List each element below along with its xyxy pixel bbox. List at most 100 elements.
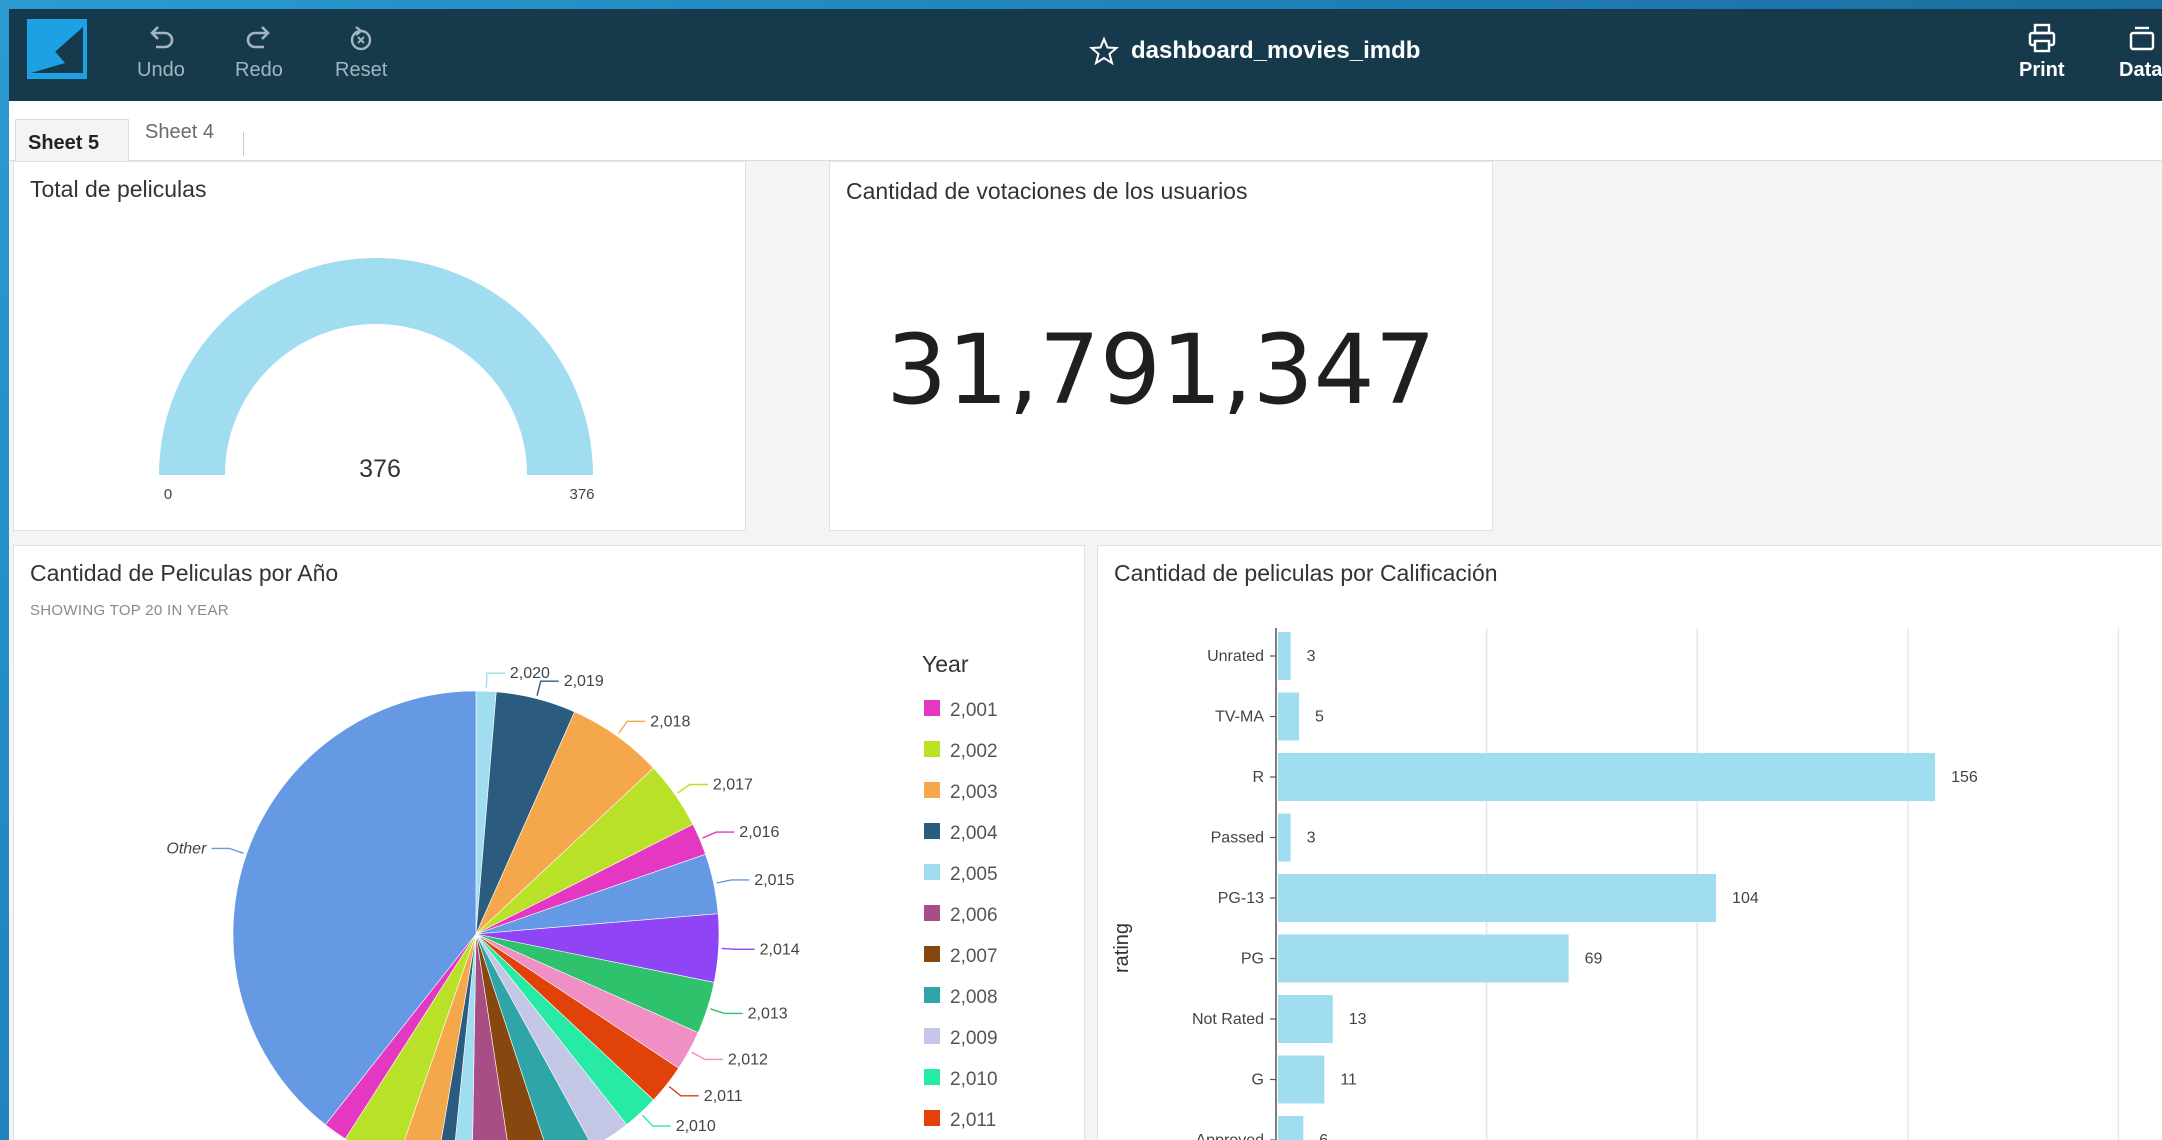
- pie-leader-line: [677, 783, 708, 794]
- legend-item-2011[interactable]: 2,011: [950, 1110, 996, 1131]
- legend-item-2009[interactable]: 2,009: [950, 1028, 998, 1049]
- legend-item-2003[interactable]: 2,003: [950, 782, 998, 803]
- pie-leader-line: [485, 672, 505, 689]
- pie-data-label: Other: [166, 840, 207, 857]
- pie-leader-line: [618, 720, 646, 734]
- kpi-title: Cantidad de votaciones de los usuarios: [846, 178, 1248, 204]
- reset-icon: [350, 26, 372, 51]
- bar-value-label: 13: [1349, 1011, 1367, 1028]
- pie-leader-line: [710, 1008, 743, 1015]
- legend-swatch: [924, 741, 940, 757]
- print-button[interactable]: Print: [2019, 21, 2065, 82]
- pie-leader-line: [641, 1114, 671, 1127]
- y-tick-label: PG: [1241, 951, 1264, 968]
- bar-passed[interactable]: [1278, 813, 1291, 862]
- reset-button[interactable]: Reset: [335, 21, 387, 82]
- pie-leader-line: [536, 680, 559, 696]
- legend-item-2005[interactable]: 2,005: [950, 864, 998, 885]
- gauge-arc: [159, 258, 593, 475]
- bar-value-label: 5: [1315, 709, 1324, 726]
- y-tick-label: Passed: [1211, 830, 1264, 847]
- legend-title: Year: [922, 651, 969, 677]
- bar-pg-13[interactable]: [1278, 874, 1717, 922]
- bar-value-label: 69: [1585, 951, 1603, 968]
- top-toolbar: Undo Redo Reset dashboard_movies_imdb Pr…: [9, 9, 2162, 101]
- bar-not-rated[interactable]: [1278, 995, 1333, 1043]
- app-logo-icon[interactable]: [27, 19, 87, 79]
- y-tick-label: TV-MA: [1215, 709, 1264, 726]
- printer-icon: [2028, 23, 2055, 53]
- bar-chart: rating Unrated 3 TV-MA 5 R 156 Passed 3 PG-13 104…: [1111, 628, 2120, 1140]
- y-tick-label: Unrated: [1207, 648, 1264, 665]
- data-label: Data: [2119, 59, 2162, 81]
- data-button[interactable]: Data: [2119, 21, 2162, 82]
- legend-swatch: [924, 1028, 940, 1044]
- legend-swatch: [924, 864, 940, 880]
- bar-value-label: 104: [1732, 890, 1759, 907]
- legend-swatch: [924, 1069, 940, 1085]
- y-tick-label: R: [1252, 769, 1264, 786]
- pie-data-label: 2,018: [650, 713, 690, 730]
- pie-data-label: 2,013: [748, 1005, 788, 1022]
- pie-data-label: 2,016: [739, 824, 779, 841]
- gauge-panel: Total de peliculas 376 0 376: [13, 161, 746, 531]
- bar-unrated[interactable]: [1278, 632, 1291, 680]
- pie-data-label: 2,015: [754, 872, 794, 889]
- sheet-tabs: Sheet 5 Sheet 4: [9, 101, 2162, 161]
- y-tick-label: G: [1252, 1072, 1264, 1089]
- tab-divider: [243, 132, 244, 156]
- bar-pg[interactable]: [1278, 934, 1569, 983]
- undo-button[interactable]: Undo: [137, 21, 185, 82]
- bar-value-label: 3: [1307, 648, 1316, 665]
- undo-label: Undo: [137, 59, 185, 81]
- y-tick-label: Approved: [1196, 1132, 1265, 1140]
- print-label: Print: [2019, 59, 2065, 81]
- pie-data-label: 2,020: [510, 665, 550, 682]
- undo-icon: [150, 26, 174, 49]
- legend-item-2007[interactable]: 2,007: [950, 946, 998, 967]
- pie-data-label: 2,012: [728, 1051, 768, 1068]
- pie-leader-line: [211, 847, 244, 854]
- legend-swatch: [924, 823, 940, 839]
- bar-y-axis-label: rating: [1111, 923, 1133, 973]
- redo-button[interactable]: Redo: [235, 21, 283, 82]
- y-tick-label: Not Rated: [1192, 1011, 1264, 1028]
- pie-data-label: 2,010: [676, 1118, 716, 1135]
- pie-data-label: 2,011: [704, 1088, 743, 1105]
- legend-item-2010[interactable]: 2,010: [950, 1069, 998, 1090]
- pie-leader-line: [716, 879, 750, 884]
- bar-value-label: 156: [1951, 769, 1978, 786]
- legend-item-2004[interactable]: 2,004: [950, 823, 998, 844]
- legend-swatch: [924, 987, 940, 1003]
- pie-panel: Cantidad de Peliculas por Año SHOWING TO…: [13, 545, 1085, 1140]
- star-icon[interactable]: [1089, 36, 1119, 66]
- legend-swatch: [924, 700, 940, 716]
- gauge-value: 376: [359, 455, 401, 483]
- legend-item-2008[interactable]: 2,008: [950, 987, 998, 1008]
- legend-item-2001[interactable]: 2,001: [950, 700, 998, 721]
- pie-leader-line: [721, 947, 755, 950]
- bar-approved[interactable]: [1278, 1116, 1304, 1140]
- dashboard-title-area: dashboard_movies_imdb: [1089, 31, 1420, 71]
- legend-item-2006[interactable]: 2,006: [950, 905, 998, 926]
- kpi-value: 31,791,347: [886, 314, 1436, 426]
- pie-data-label: 2,017: [713, 777, 753, 794]
- bar-tv-ma[interactable]: [1278, 692, 1300, 741]
- bar-g[interactable]: [1278, 1055, 1325, 1104]
- data-icon: [2129, 26, 2154, 51]
- gauge-chart: 376 0 376: [159, 258, 595, 503]
- legend-swatch: [924, 1110, 940, 1126]
- bar-value-label: 11: [1340, 1072, 1357, 1089]
- bar-value-label: 3: [1307, 830, 1316, 847]
- legend-item-2002[interactable]: 2,002: [950, 741, 998, 762]
- y-tick-label: PG-13: [1218, 890, 1264, 907]
- bar-r[interactable]: [1278, 753, 1936, 801]
- reset-label: Reset: [335, 59, 388, 81]
- gauge-max-label: 376: [569, 486, 594, 503]
- pie-data-label: 2,014: [760, 941, 800, 958]
- dashboard-title: dashboard_movies_imdb: [1131, 37, 1421, 64]
- pie-leader-line: [691, 1051, 723, 1061]
- pie-chart: Year 2,020 2,019 2,018 2,017 2,016 2,015 2,014…: [166, 651, 998, 1140]
- redo-label: Redo: [235, 59, 283, 81]
- tab-sheet-5[interactable]: Sheet 5: [15, 119, 129, 161]
